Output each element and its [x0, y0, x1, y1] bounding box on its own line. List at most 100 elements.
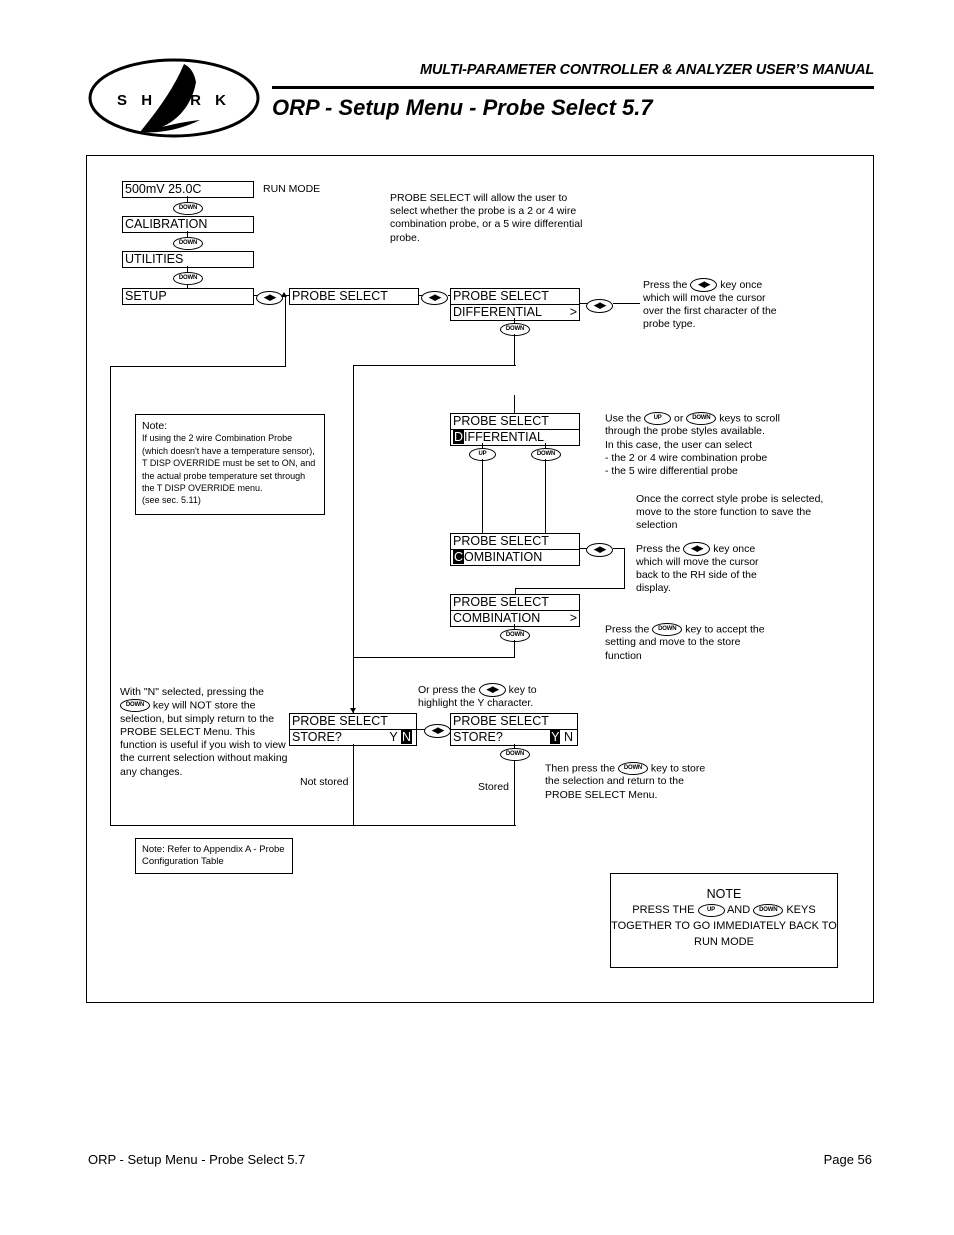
callout-scroll: Use the UP or DOWN keys to scroll throug… — [605, 412, 810, 478]
connector — [515, 588, 625, 590]
probe-value: COMBINATION — [453, 611, 541, 625]
note-box-appendix: Note: Refer to Appendix A - Probe Config… — [135, 838, 293, 874]
note-text: KEYS — [786, 904, 816, 916]
lr-key-icon-inline[interactable]: ◀▶ — [690, 278, 718, 292]
manual-title: MULTI-PARAMETER CONTROLLER & ANALYZER US… — [419, 62, 874, 78]
display-line: PROBE SELECT — [453, 414, 549, 428]
display-combination-cursor: PROBE SELECT COMBINATION — [450, 533, 580, 566]
connector — [110, 366, 286, 368]
description-text: PROBE SELECT will allow the user to sele… — [390, 192, 583, 244]
logo-letters: S H A R K — [117, 92, 231, 109]
up-key-icon-inline[interactable]: UP — [644, 412, 672, 425]
display-probe-select-menu: PROBE SELECT — [289, 288, 419, 305]
note-title: NOTE — [706, 887, 742, 901]
connector — [110, 366, 112, 826]
appendix-note-text: Note: Refer to Appendix A - Probe Config… — [142, 844, 285, 868]
down-key-icon-inline[interactable]: DOWN — [652, 623, 683, 636]
down-key-icon-inline[interactable]: DOWN — [753, 903, 784, 917]
callout-text: Then press the — [545, 762, 616, 775]
callout-press-lr-first: Press the ◀▶ key once which will move th… — [643, 278, 778, 332]
lr-key-icon-2[interactable]: ◀▶ — [421, 289, 448, 307]
display-line: CALIBRATION — [125, 217, 208, 231]
callout-line2: In this case, the user can select — [605, 438, 753, 451]
connector — [613, 303, 640, 305]
label-stored: Stored — [478, 781, 509, 793]
display-line: PROBE SELECT — [292, 289, 388, 303]
page-title: ORP - Setup Menu - Probe Select 5.7 — [272, 95, 653, 120]
callout-bullet: - the 2 or 4 wire combination probe — [605, 451, 768, 464]
connector — [285, 297, 287, 367]
note-line-2: TOGETHER TO GO IMMEDIATELY BACK TO — [611, 920, 837, 932]
note-line-3: RUN MODE — [694, 936, 754, 948]
no-option: N — [563, 730, 573, 744]
display-line: UTILITIES — [125, 252, 184, 266]
callout-text: Press the — [643, 278, 688, 291]
connector — [354, 657, 515, 659]
probe-value: DIFFERENTIAL — [453, 305, 542, 319]
probe-value-rest: IFFERENTIAL — [464, 430, 544, 444]
footer-page-number: Page 56 — [823, 1152, 872, 1167]
lr-key-icon-inline[interactable]: ◀▶ — [478, 683, 506, 697]
connector — [353, 365, 355, 718]
connector — [353, 744, 355, 826]
display-combination-stored-cursor: PROBE SELECT COMBINATION > — [450, 594, 580, 627]
display-store-stored: PROBE SELECT STORE? Y N — [450, 713, 578, 746]
display-line: PROBE SELECT — [453, 289, 549, 303]
display-line: STORE? Y N — [451, 729, 577, 745]
callout-text: Or press the — [418, 683, 476, 696]
down-key-icon-inline[interactable]: DOWN — [120, 699, 150, 713]
cursor-marker: > — [569, 611, 577, 625]
connector — [482, 459, 484, 534]
store-prompt: STORE? — [292, 730, 342, 744]
display-probe-differential: PROBE SELECT DIFFERENTIAL > — [450, 288, 580, 321]
lr-key-icon-4[interactable]: ◀▶ — [586, 541, 613, 559]
callout-once-selected: Once the correct style probe is selected… — [636, 493, 824, 532]
callout-text: With "N" selected, pressing the — [120, 686, 265, 698]
footer-left: ORP - Setup Menu - Probe Select 5.7 — [88, 1152, 306, 1167]
display-line: STORE? Y N — [290, 729, 416, 745]
yes-option: Y — [389, 730, 398, 744]
display-line: PROBE SELECT — [292, 714, 388, 728]
no-option-selected: N — [400, 730, 412, 744]
callout-text: Press the — [636, 542, 681, 555]
callout-press-lr-back: Press the ◀▶ key once which will move th… — [636, 542, 771, 596]
lr-key-icon-5[interactable]: ◀▶ — [424, 722, 451, 740]
callout-text: Press the — [605, 623, 650, 636]
connector — [110, 825, 516, 827]
note-text: AND — [726, 904, 751, 916]
cursor-char: C — [453, 550, 465, 564]
callout-bullet: - the 5 wire differential probe — [605, 465, 738, 478]
down-key-icon-inline[interactable]: DOWN — [686, 412, 717, 425]
connector — [353, 365, 516, 367]
connector — [514, 640, 516, 658]
up-key-icon-inline[interactable]: UP — [697, 903, 725, 917]
display-line: COMBINATION — [451, 549, 579, 565]
yes-no-group: Y N — [550, 730, 573, 745]
store-prompt: STORE? — [453, 730, 503, 744]
note-reference: (see sec. 5.11) — [142, 495, 201, 506]
cursor-char: D — [453, 430, 465, 444]
callout-then-press-down: Then press the DOWN key to store the sel… — [545, 762, 720, 802]
display-line: SETUP — [125, 289, 167, 303]
note-box-run-mode: NOTE PRESS THE UP AND DOWN KEYS TOGETHER… — [610, 873, 838, 968]
shark-logo: S H A R K — [88, 58, 260, 138]
connector — [514, 395, 516, 413]
display-differential-cursor: PROBE SELECT DIFFERENTIAL — [450, 413, 580, 446]
display-line: 500mV 25.0C — [125, 182, 202, 196]
callout-text: Use the — [605, 412, 642, 425]
lr-key-icon-1[interactable]: ◀▶ — [256, 289, 283, 307]
header-rule — [272, 86, 874, 89]
callout-press-down-accept: Press the DOWN key to accept the setting… — [605, 623, 780, 663]
label-not-stored: Not stored — [300, 776, 349, 788]
lr-key-icon-3[interactable]: ◀▶ — [586, 297, 613, 315]
down-key-icon-3[interactable]: DOWN — [173, 270, 203, 288]
display-line: DIFFERENTIAL — [451, 429, 579, 445]
callout-or-press-lr: Or press the ◀▶ key to highlight the Y c… — [418, 683, 578, 710]
lr-key-icon-inline[interactable]: ◀▶ — [683, 542, 711, 556]
down-key-icon-inline[interactable]: DOWN — [617, 762, 648, 775]
display-line: PROBE SELECT — [453, 534, 549, 548]
display-line: PROBE SELECT — [453, 595, 549, 609]
yes-option-selected: Y — [550, 730, 561, 744]
probe-value-rest: OMBINATION — [464, 550, 543, 564]
connector — [514, 334, 516, 366]
